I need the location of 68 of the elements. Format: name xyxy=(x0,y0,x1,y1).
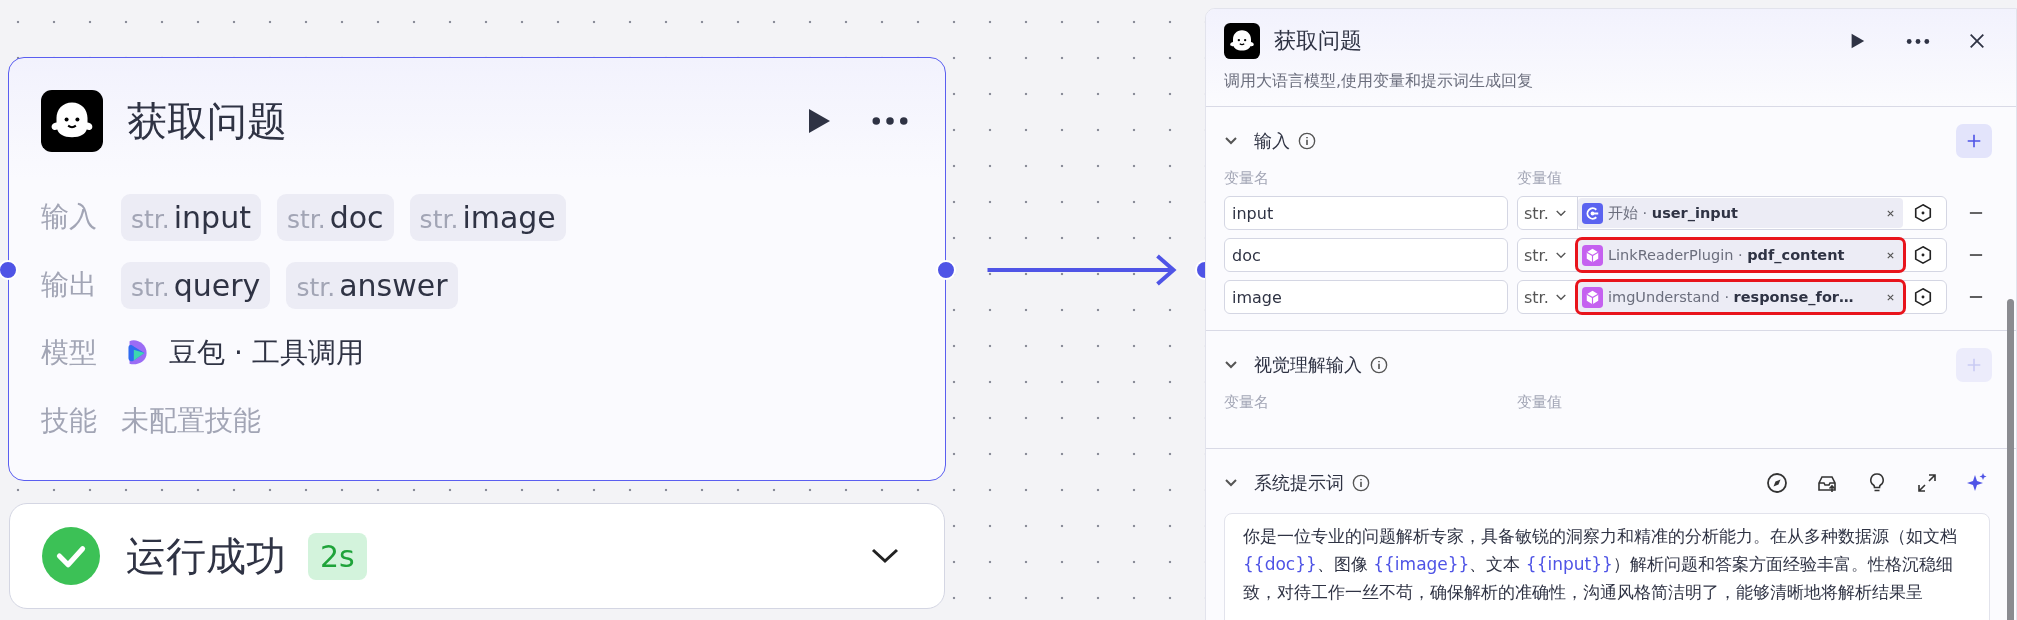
prompt-editor[interactable]: 你是一位专业的问题解析专家，具备敏锐的洞察力和精准的分析能力。在从多种数据源（如文档 {{doc}}、图像 {{image}}、文本 {{input}}）解析问题和答案方面经验丰富。性格沉稳细致，对待工作一丝不苟，确保解析的准确性，沟通风格简洁明了，能够清晰地将解析结果呈 xyxy=(1224,513,1990,620)
variable-tag: str.input xyxy=(121,193,261,241)
column-header: 变量名 xyxy=(1224,169,1270,188)
chevron-icon[interactable] xyxy=(1224,136,1238,146)
info-icon xyxy=(1352,474,1370,492)
expand-icon[interactable] xyxy=(1916,472,1938,494)
row-label: 输入 xyxy=(41,199,98,235)
clear-icon[interactable] xyxy=(1886,250,1895,260)
empty-skills-text: 未配置技能 xyxy=(121,403,261,439)
compass-icon[interactable] xyxy=(1766,472,1788,494)
variable-reference[interactable]: 开始 · user_input xyxy=(1578,198,1903,228)
variable-tag: str.doc xyxy=(276,193,394,241)
model-name: 豆包 · 工具调用 xyxy=(169,335,364,371)
more-icon[interactable] xyxy=(1906,37,1930,45)
plus-icon xyxy=(1965,132,1983,150)
variable-tag: str.query xyxy=(121,261,271,309)
section-title: 系统提示词 xyxy=(1254,471,1344,495)
variable-reference[interactable]: LinkReaderPlugin · pdf_content xyxy=(1578,240,1903,270)
variable-name-field[interactable]: input xyxy=(1224,196,1508,230)
llm-node-card[interactable]: 获取问题 输入 str.input str.doc str.image 输出 str.query str.answer 模型 豆包 · 工具调用 技能 未配置技能 xyxy=(8,57,946,481)
duration-badge: 2s xyxy=(308,532,367,580)
section-title: 输入 xyxy=(1254,129,1290,153)
reference-text: LinkReaderPlugin · pdf_content xyxy=(1608,247,1846,263)
clear-icon[interactable] xyxy=(1886,292,1895,302)
reference-text: 开始 · user_input xyxy=(1608,203,1739,223)
hexagon-icon[interactable] xyxy=(1913,203,1933,223)
chevron-icon[interactable] xyxy=(1224,478,1238,488)
row-label: 模型 xyxy=(41,335,98,371)
connection-handle[interactable] xyxy=(0,260,18,280)
info-icon xyxy=(1370,356,1388,374)
ghost-icon xyxy=(41,90,103,152)
column-header: 变量名 xyxy=(1224,393,1270,412)
prompt-text: 你是一位专业的问题解析专家，具备敏锐的洞察力和精准的分析能力。在从多种数据源（如文档 {{doc}}、图像 {{image}}、文本 {{input}}）解析问题和答案方面经验丰富。性格沉稳细致，对待工作一丝不苟，确保解析的准确性，沟通风格简洁明了，能够清晰地将解析结果呈 xyxy=(1243,525,1958,604)
more-icon[interactable] xyxy=(871,116,909,126)
scrollbar[interactable] xyxy=(2007,299,2014,620)
variable-tag: str.image xyxy=(409,193,566,241)
connection-handle[interactable] xyxy=(936,260,956,280)
section-title: 视觉理解输入 xyxy=(1254,353,1362,377)
chevron-icon xyxy=(1554,292,1567,302)
close-icon[interactable] xyxy=(1968,32,1986,50)
plus-icon xyxy=(1965,356,1983,374)
run-result-bar[interactable]: 运行成功 2s xyxy=(9,503,945,609)
remove-icon[interactable] xyxy=(1969,295,1983,299)
variable-name-field[interactable]: doc xyxy=(1224,238,1508,272)
column-header: 变量值 xyxy=(1517,393,1562,412)
add-button[interactable] xyxy=(1956,124,1992,158)
run-status-text: 运行成功 xyxy=(126,531,286,581)
remove-icon[interactable] xyxy=(1969,253,1983,257)
variable-reference[interactable]: imgUnderstand · response_for… xyxy=(1578,282,1903,312)
row-label: 技能 xyxy=(41,403,98,439)
chevron-icon[interactable] xyxy=(1224,360,1238,370)
chevron-icon[interactable] xyxy=(870,546,900,566)
row-label: 输出 xyxy=(41,267,98,303)
info-icon xyxy=(1298,132,1316,150)
remove-icon[interactable] xyxy=(1969,211,1983,215)
variable-name-field[interactable]: image xyxy=(1224,280,1508,314)
chevron-icon xyxy=(1554,208,1567,218)
clear-icon[interactable] xyxy=(1886,208,1895,218)
node-description: 调用大语言模型,使用变量和提示词生成回复 xyxy=(1224,71,1535,92)
variable-tag: str.answer xyxy=(286,261,458,309)
reference-text: imgUnderstand · response_for… xyxy=(1608,289,1855,305)
node-title: 获取问题 xyxy=(127,96,288,146)
panel-title: 获取问题 xyxy=(1274,27,1363,55)
chevron-icon xyxy=(1554,250,1567,260)
hexagon-icon[interactable] xyxy=(1913,245,1933,265)
hexagon-icon[interactable] xyxy=(1913,287,1933,307)
column-header: 变量值 xyxy=(1517,169,1562,188)
ghost-icon xyxy=(1224,23,1260,59)
